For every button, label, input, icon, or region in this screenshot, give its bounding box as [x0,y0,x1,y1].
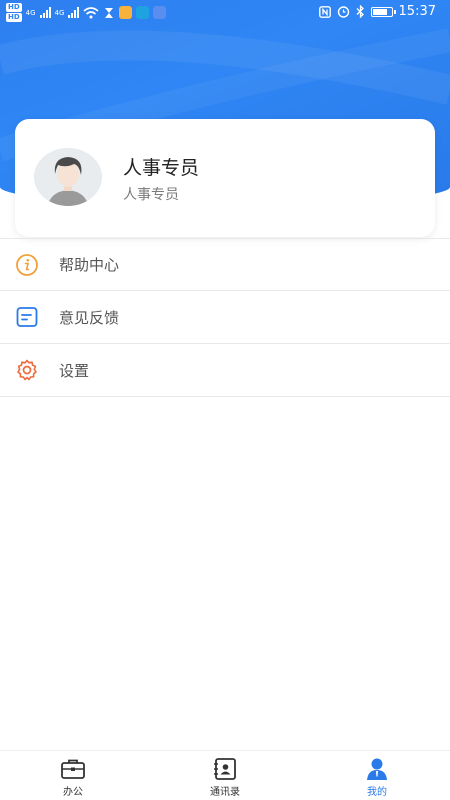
briefcase-icon [61,759,85,779]
bottom-nav: 办公 通讯录 我的 [0,750,450,800]
tab-label: 通讯录 [210,787,240,798]
menu-item-help-center[interactable]: 帮助中心 [0,238,450,291]
tab-label: 我的 [367,787,387,798]
menu-item-label: 设置 [59,361,90,380]
menu-list: 帮助中心 意见反馈 设置 [0,238,450,397]
profile-role: 人事专员 [123,187,179,203]
hourglass-icon [105,7,114,18]
app-notification-icon [119,6,133,19]
battery-icon [370,6,396,17]
status-time: 15:37 [398,4,436,19]
wifi-icon [83,6,99,18]
nfc-icon [318,5,331,18]
tab-label: 办公 [63,787,83,798]
app-notification-icon [153,6,167,19]
hd-indicators: HD HD [6,3,22,22]
feedback-icon [16,307,38,327]
signal-icon [68,7,80,18]
menu-item-label: 帮助中心 [59,256,120,274]
app-notification-icon [136,6,150,19]
gear-icon [17,359,37,381]
signal-icon [39,7,51,18]
menu-item-settings[interactable]: 设置 [0,344,450,397]
info-icon [16,254,38,276]
hd-badge: HD [6,3,22,12]
network-type-label: 4G [25,8,36,17]
menu-item-label: 意见反馈 [59,308,120,327]
tab-mine[interactable]: 我的 [337,757,417,798]
avatar[interactable] [34,148,102,206]
tab-contacts[interactable]: 通讯录 [185,757,265,798]
bluetooth-icon [356,5,364,18]
network-type-label: 4G [54,8,65,17]
profile-card[interactable]: 人事专员 人事专员 [15,119,435,237]
tab-office[interactable]: 办公 [33,757,113,798]
avatar-user-icon [34,148,102,206]
status-bar: HD HD 4G 4G 15:37 [0,0,450,26]
status-right: 15:37 [318,4,436,19]
profile-name: 人事专员 [123,157,200,179]
alarm-icon [337,6,349,18]
hd-badge: HD [6,13,22,22]
status-left: HD HD 4G 4G [6,3,167,22]
menu-item-feedback[interactable]: 意见反馈 [0,291,450,344]
user-icon [367,758,387,780]
contacts-icon [214,758,236,780]
